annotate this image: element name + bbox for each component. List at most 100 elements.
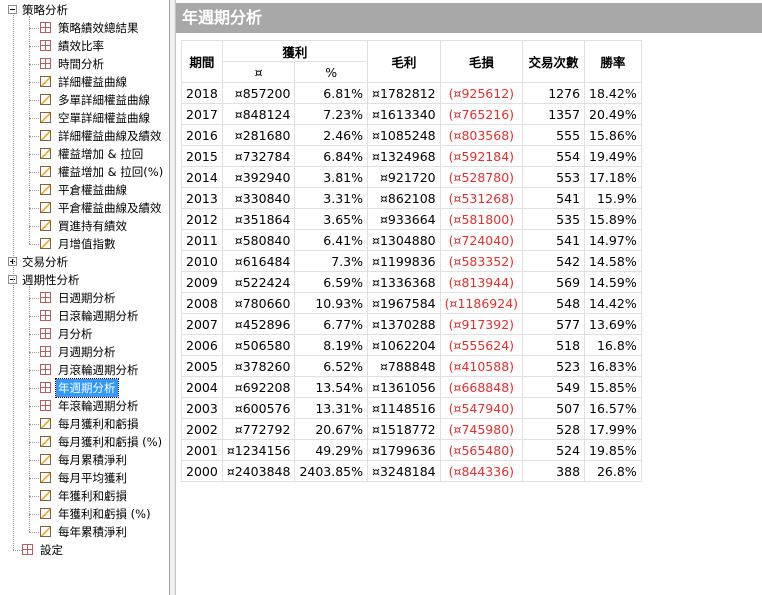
report-title: 年週期分析 xyxy=(176,3,762,33)
tree-group-label: 策略分析 xyxy=(22,3,68,17)
tree-item[interactable]: 每月獲利和虧損 (%) xyxy=(40,433,164,451)
chart-icon xyxy=(40,166,51,177)
table-row[interactable]: 2009 ¤522424 6.59% ¤1336368 (¤813944) 569 14.5… xyxy=(181,271,642,293)
tree-item[interactable]: 詳細權益曲線及績效 xyxy=(40,127,164,145)
gross-loss-cell: (¤724040) xyxy=(439,229,524,251)
tree-group-2[interactable]: 週期性分析 xyxy=(8,271,82,289)
col-win-rate[interactable]: 勝率 xyxy=(584,40,642,83)
tree-item[interactable]: 績效比率 xyxy=(40,37,106,55)
tree-item-label: 權益增加 & 拉回(%) xyxy=(58,165,164,179)
grid-icon xyxy=(40,40,51,51)
profit-amount-cell: ¤506580 xyxy=(221,334,296,356)
tree-item[interactable]: 日滾輪週期分析 xyxy=(40,307,141,325)
table-row[interactable]: 2002 ¤772792 20.67% ¤1518772 (¤745980) 528 17.… xyxy=(181,418,642,440)
profit-amount-cell: ¤2403848 xyxy=(221,460,296,482)
win-rate-cell: 13.69% xyxy=(584,313,642,335)
col-period[interactable]: 期間 xyxy=(181,40,223,83)
tree-item-label: 空單詳細權益曲線 xyxy=(58,111,150,125)
table-row[interactable]: 2003 ¤600576 13.31% ¤1148516 (¤547940) 507 16.… xyxy=(181,397,642,419)
col-profit[interactable]: 獲利 xyxy=(221,40,369,62)
tree-item[interactable]: 年滾輪週期分析 xyxy=(40,397,141,415)
tree-item[interactable]: 空單詳細權益曲線 xyxy=(40,109,152,127)
table-row[interactable]: 2011 ¤580840 6.41% ¤1304880 (¤724040) 541 14.9… xyxy=(181,229,642,251)
year-cell: 2009 xyxy=(181,271,223,293)
chart-icon xyxy=(40,508,51,519)
panel-splitter[interactable] xyxy=(170,0,176,595)
tree-item[interactable]: 平倉權益曲線及績效 xyxy=(40,199,164,217)
col-trades[interactable]: 交易次數 xyxy=(522,40,586,83)
tree-item-label: 平倉權益曲線 xyxy=(58,183,127,197)
gross-profit-cell: ¤862108 xyxy=(367,187,441,209)
chart-icon xyxy=(40,238,51,249)
profit-pct-cell: 6.59% xyxy=(294,271,369,293)
gross-loss-cell: (¤528780) xyxy=(439,166,524,188)
tree-item-label: 每月獲利和虧損 xyxy=(58,417,139,431)
tree-item[interactable]: 時間分析 xyxy=(40,55,106,73)
profit-pct-cell: 3.81% xyxy=(294,166,369,188)
table-row[interactable]: 2014 ¤392940 3.81% ¤921720 (¤528780) 553 17.18… xyxy=(181,166,642,188)
table-row[interactable]: 2007 ¤452896 6.77% ¤1370288 (¤917392) 577 13.6… xyxy=(181,313,642,335)
gross-profit-cell: ¤788848 xyxy=(367,355,441,377)
trades-cell: 555 xyxy=(522,124,586,146)
chart-icon xyxy=(40,436,51,447)
tree-item-label: 年獲利和虧損 xyxy=(58,489,127,503)
tree-item-label: 平倉權益曲線及績效 xyxy=(58,201,162,215)
tree-item[interactable]: 每年累積淨利 xyxy=(40,523,129,541)
table-row[interactable]: 2017 ¤848124 7.23% ¤1613340 (¤765216) 1357 20.… xyxy=(181,103,642,125)
tree-item-label: 日週期分析 xyxy=(58,291,116,305)
tree-item[interactable]: 每月平均獲利 xyxy=(40,469,129,487)
tree-item[interactable]: 權益增加 & 拉回(%) xyxy=(40,163,165,181)
chart-icon xyxy=(40,202,51,213)
tree-item[interactable]: 月滾輪週期分析 xyxy=(40,361,141,379)
tree-item[interactable]: 年獲利和虧損 xyxy=(40,487,129,505)
table-row[interactable]: 2005 ¤378260 6.52% ¤788848 (¤410588) 523 16.83… xyxy=(181,355,642,377)
win-rate-cell: 19.85% xyxy=(584,439,642,461)
tree-group-0[interactable]: 策略分析 xyxy=(8,1,70,19)
win-rate-cell: 14.59% xyxy=(584,271,642,293)
table-row[interactable]: 2000 ¤2403848 2403.85% ¤3248184 (¤844336) 388… xyxy=(181,460,642,482)
tree-item[interactable]: 年獲利和虧損 (%) xyxy=(40,505,153,523)
table-row[interactable]: 2016 ¤281680 2.46% ¤1085248 (¤803568) 555 15.8… xyxy=(181,124,642,146)
profit-amount-cell: ¤351864 xyxy=(221,208,296,230)
tree-item[interactable]: 月增值指數 xyxy=(40,235,118,253)
table-row[interactable]: 2018 ¤857200 6.81% ¤1782812 (¤925612) 1276 18.… xyxy=(181,82,642,104)
table-row[interactable]: 2006 ¤506580 8.19% ¤1062204 (¤555624) 518 16.8… xyxy=(181,334,642,356)
col-gross-profit[interactable]: 毛利 xyxy=(367,40,441,83)
table-row[interactable]: 2013 ¤330840 3.31% ¤862108 (¤531268) 541 15.9% xyxy=(181,187,642,209)
table-row[interactable]: 2010 ¤616484 7.3% ¤1199836 (¤583352) 542 14.58… xyxy=(181,250,642,272)
table-row[interactable]: 2001 ¤1234156 49.29% ¤1799636 (¤565480) 524 19… xyxy=(181,439,642,461)
year-cell: 2011 xyxy=(181,229,223,251)
trades-cell: 528 xyxy=(522,418,586,440)
table-row[interactable]: 2004 ¤692208 13.54% ¤1361056 (¤668848) 549 15.… xyxy=(181,376,642,398)
tree-item[interactable]: 多單詳細權益曲線 xyxy=(40,91,152,109)
tree-group-1[interactable]: 交易分析 xyxy=(8,253,70,271)
tree-item[interactable]: 詳細權益曲線 xyxy=(40,73,129,91)
tree-item[interactable]: 每月獲利和虧損 xyxy=(40,415,141,433)
tree-item[interactable]: 年週期分析 xyxy=(40,378,119,398)
trades-cell: 535 xyxy=(522,208,586,230)
profit-amount-cell: ¤452896 xyxy=(221,313,296,335)
table-row[interactable]: 2008 ¤780660 10.93% ¤1967584 (¤1186924) 548 14… xyxy=(181,292,642,314)
tree-item[interactable]: 策略績效總結果 xyxy=(40,19,141,37)
table-row[interactable]: 2015 ¤732784 6.84% ¤1324968 (¤592184) 554 19.4… xyxy=(181,145,642,167)
col-gross-loss[interactable]: 毛損 xyxy=(439,40,524,83)
win-rate-cell: 14.97% xyxy=(584,229,642,251)
tree-item[interactable]: 月週期分析 xyxy=(40,343,118,361)
table-row[interactable]: 2012 ¤351864 3.65% ¤933664 (¤581800) 535 15.89… xyxy=(181,208,642,230)
profit-amount-cell: ¤732784 xyxy=(221,145,296,167)
tree-item[interactable]: 買進持有績效 xyxy=(40,217,129,235)
tree-item[interactable]: 平倉權益曲線 xyxy=(40,181,129,199)
collapse-icon[interactable] xyxy=(8,5,17,14)
gross-loss-cell: (¤925612) xyxy=(439,82,524,104)
col-profit-amount[interactable]: ¤ xyxy=(221,61,296,83)
tree-item[interactable]: 每月累積淨利 xyxy=(40,451,129,469)
tree-item[interactable]: 權益增加 & 拉回 xyxy=(40,145,145,163)
col-profit-pct[interactable]: % xyxy=(294,61,369,83)
win-rate-cell: 15.89% xyxy=(584,208,642,230)
profit-pct-cell: 6.84% xyxy=(294,145,369,167)
tree-group-label: 設定 xyxy=(40,543,63,557)
navigation-tree[interactable]: 策略分析策略績效總結果 績效比率 時間分析 詳細權益曲線 多單詳細權益曲線空單詳細權益曲… xyxy=(0,0,170,595)
profit-amount-cell: ¤857200 xyxy=(221,82,296,104)
tree-item[interactable]: 日週期分析 xyxy=(40,289,118,307)
tree-item[interactable]: 月分析 xyxy=(40,325,95,343)
